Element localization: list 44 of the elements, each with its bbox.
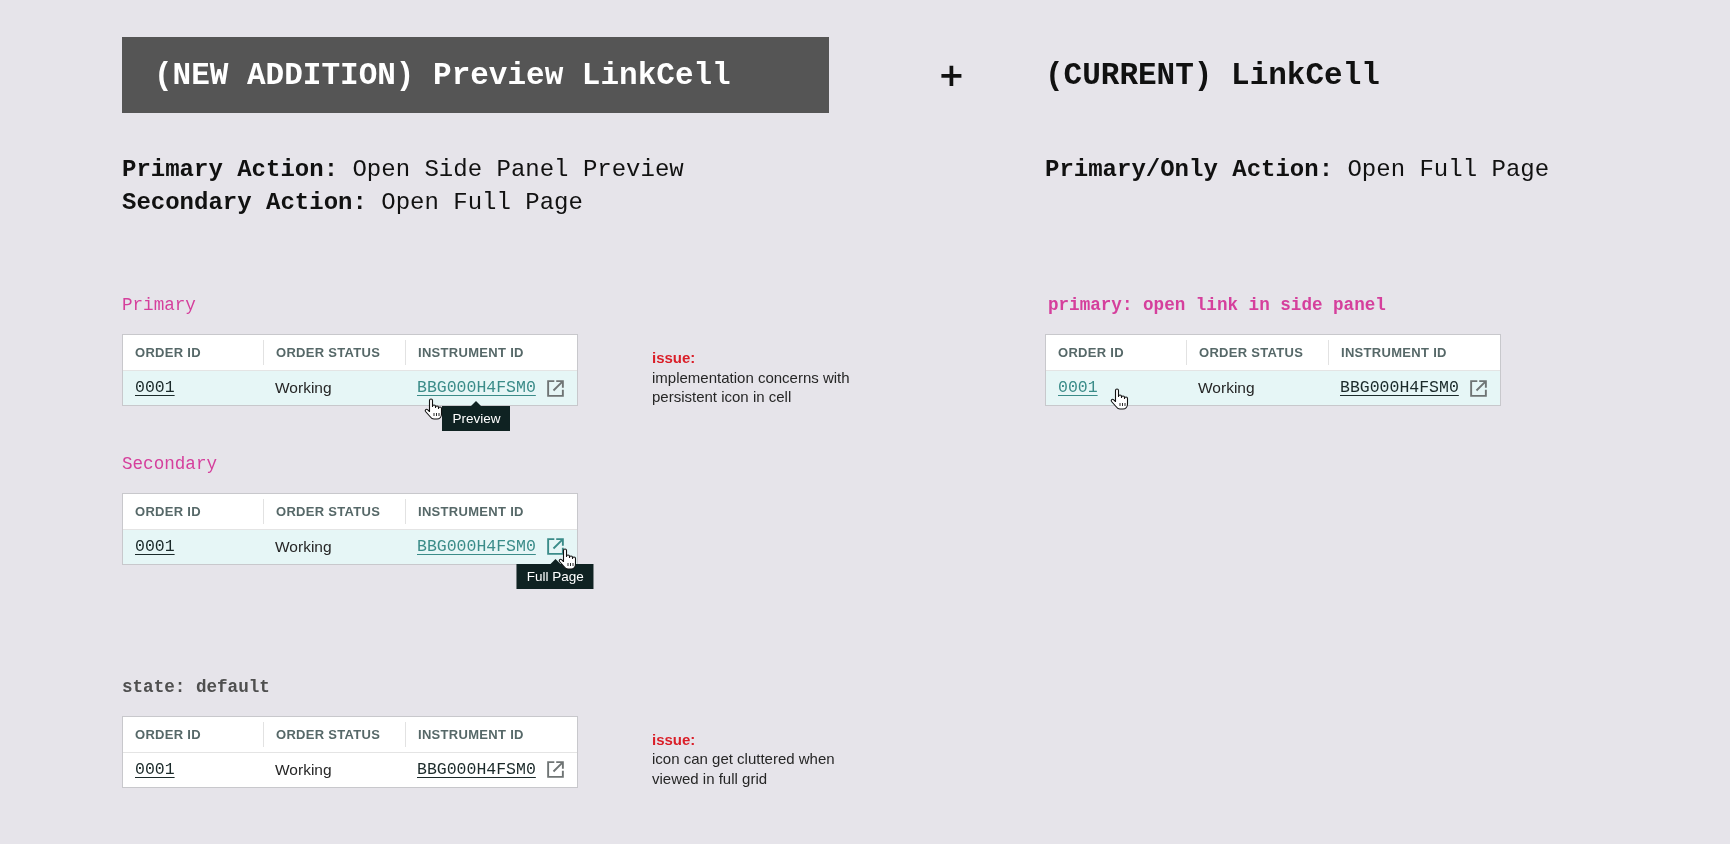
issue-text: icon can get cluttered when viewed in full grid [652,749,836,788]
column-header: ORDER STATUS [263,498,405,524]
column-header: INSTRUMENT ID [1328,340,1500,365]
cell-link[interactable]: BBG000H4FSM0 [417,536,536,557]
action-description: Primary Action: Open Side Panel Preview [122,155,684,185]
column-header: INSTRUMENT ID [405,498,577,524]
cell-link[interactable]: BBG000H4FSM0 [417,759,536,780]
cell-link[interactable]: BBG000H4FSM0 [1340,378,1459,398]
column-header: ORDER ID [1057,344,1125,362]
cell-link[interactable]: 0001 [135,536,175,557]
launch-icon[interactable] [545,378,565,398]
column-header: ORDER STATUS [1186,340,1328,365]
tooltip: Full Page [516,559,594,589]
issue-label: issue: [652,729,697,749]
issue-label: issue: [652,348,697,368]
table-cell-text: Working [274,759,333,780]
example-label: Secondary [122,452,219,475]
cell-link[interactable]: BBG000H4FSM0 [417,378,536,398]
column-header: ORDER ID [134,502,202,521]
action-description: Secondary Action: Open Full Page [122,188,584,218]
table-cell-text: Working [274,536,333,557]
column-header: ORDER STATUS [263,340,405,365]
cell-link[interactable]: 0001 [135,759,175,780]
launch-icon[interactable] [1468,378,1488,398]
tooltip: Preview [442,401,511,431]
cell-link[interactable]: 0001 [1058,378,1098,398]
section-title: (CURRENT) LinkCell [1045,56,1380,95]
example-label: Primary [122,294,197,316]
launch-icon[interactable] [545,537,565,556]
action-description: Primary/Only Action: Open Full Page [1045,155,1550,185]
column-header: INSTRUMENT ID [405,721,577,747]
column-header: ORDER ID [134,344,202,362]
cell-link[interactable]: 0001 [135,378,175,398]
column-header: INSTRUMENT ID [405,340,577,365]
issue-text: implementation concerns with persistent icon in cell [652,367,851,407]
launch-icon[interactable] [545,760,565,779]
column-header: ORDER ID [134,725,202,744]
column-header: ORDER STATUS [263,721,405,747]
table-cell-text: Working [1197,378,1256,398]
state-label: state: default [122,675,271,698]
plus-sign: + [938,57,965,93]
table-cell-text: Working [274,378,333,398]
example-label: primary: open link in side panel [1047,294,1387,316]
title-banner: (NEW ADDITION) Preview LinkCell [122,37,829,113]
